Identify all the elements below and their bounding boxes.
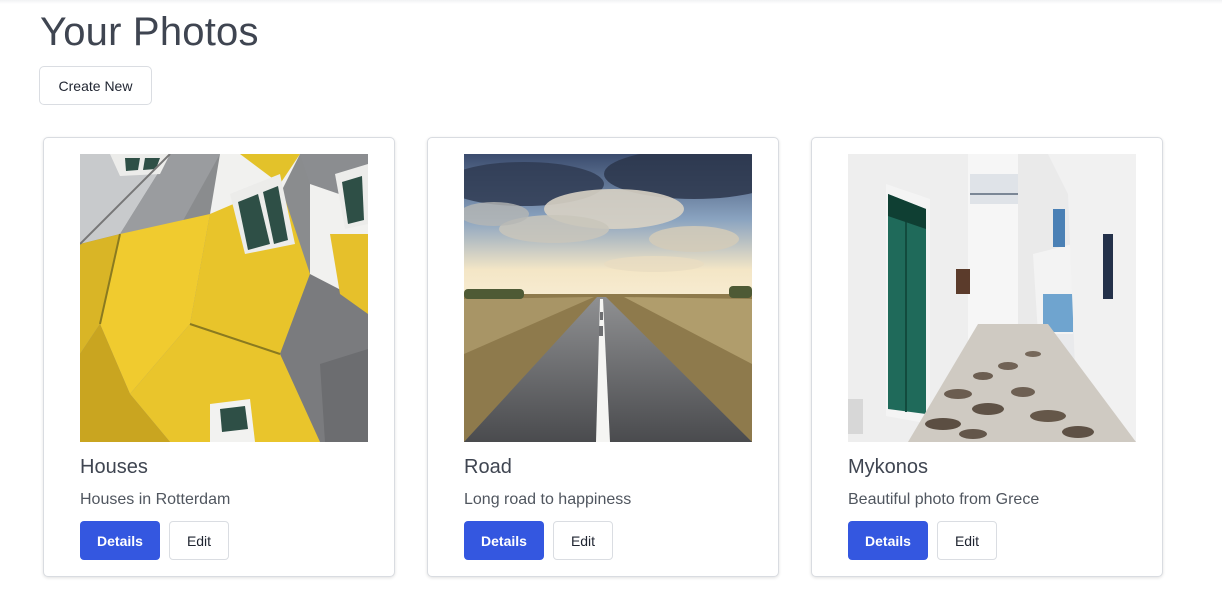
edit-button[interactable]: Edit (553, 521, 613, 560)
details-button[interactable]: Details (464, 521, 544, 560)
photo-image-mykonos (848, 154, 1136, 442)
photo-card: Road Long road to happiness Details Edit (427, 137, 779, 577)
photo-description: Long road to happiness (464, 491, 632, 508)
photo-title: Mykonos (848, 456, 929, 478)
details-button[interactable]: Details (80, 521, 160, 560)
photo-description: Beautiful photo from Grece (848, 491, 1040, 508)
photo-image-houses (80, 154, 368, 442)
photo-title: Road (464, 456, 512, 478)
photo-card: Mykonos Beautiful photo from Grece Detai… (811, 137, 1163, 577)
details-button[interactable]: Details (848, 521, 928, 560)
photo-card: Houses Houses in Rotterdam Details Edit (43, 137, 395, 577)
top-bar (0, 0, 1222, 4)
create-new-button[interactable]: Create New (39, 66, 152, 105)
photo-image-road (464, 154, 752, 442)
page-title: Your Photos (40, 10, 259, 54)
photo-description: Houses in Rotterdam (80, 491, 231, 508)
photo-title: Houses (80, 456, 148, 478)
edit-button[interactable]: Edit (937, 521, 997, 560)
edit-button[interactable]: Edit (169, 521, 229, 560)
